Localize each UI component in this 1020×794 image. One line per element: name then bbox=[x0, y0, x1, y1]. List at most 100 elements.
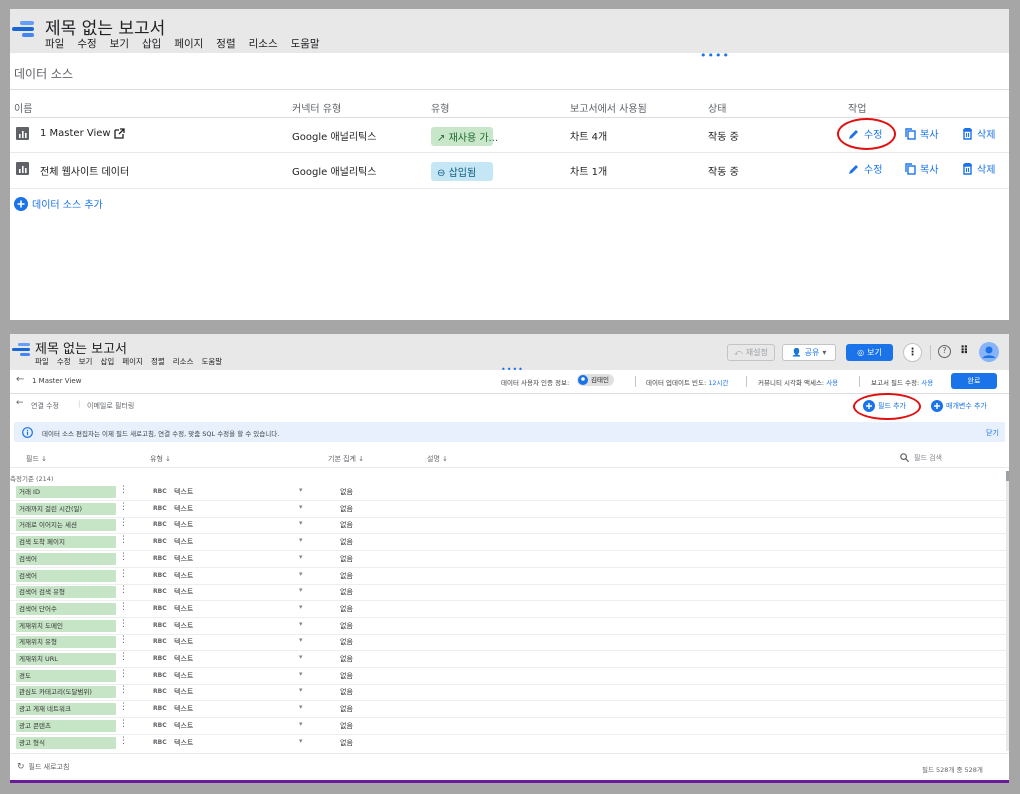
field-type[interactable]: 텍스트 bbox=[174, 621, 193, 631]
more-vert-icon[interactable]: ⋮ bbox=[119, 502, 128, 512]
header-type[interactable]: 유형 ↓ bbox=[150, 454, 171, 464]
dropdown-caret-icon[interactable]: ▾ bbox=[299, 636, 303, 644]
menu-view[interactable]: 보기 bbox=[79, 356, 93, 367]
edit-button[interactable]: 수정 bbox=[848, 161, 882, 176]
done-button[interactable]: 완료 bbox=[951, 373, 997, 389]
field-name-chip[interactable]: 검색 도착 페이지 bbox=[16, 536, 116, 549]
header-aggregation[interactable]: 기본 집계 ↓ bbox=[328, 454, 364, 464]
refresh-fields-button[interactable]: ↻ 필드 새로고침 bbox=[17, 762, 69, 772]
field-name-chip[interactable]: 광고 형식 bbox=[16, 736, 116, 749]
scrollbar[interactable] bbox=[1006, 471, 1009, 751]
more-vert-icon[interactable]: ⋮ bbox=[119, 736, 128, 746]
field-search-input[interactable]: 필드 검색 bbox=[900, 451, 1000, 464]
more-vert-icon[interactable]: ⋮ bbox=[119, 669, 128, 679]
more-vert-icon[interactable]: ⋮ bbox=[119, 635, 128, 645]
field-type[interactable]: 텍스트 bbox=[174, 671, 193, 681]
view-button[interactable]: ◎ 보기 bbox=[846, 344, 893, 361]
aggregation-value[interactable]: 없음 bbox=[340, 487, 353, 497]
reset-button[interactable]: ⤺ 재설정 bbox=[727, 344, 775, 361]
field-type[interactable]: 텍스트 bbox=[174, 704, 193, 714]
field-type[interactable]: 텍스트 bbox=[174, 487, 193, 497]
help-icon[interactable]: ? bbox=[938, 345, 951, 358]
aggregation-value[interactable]: 없음 bbox=[340, 721, 353, 731]
resize-handle[interactable]: •••• bbox=[700, 49, 730, 62]
aggregation-value[interactable]: 없음 bbox=[340, 554, 353, 564]
aggregation-value[interactable]: 없음 bbox=[340, 704, 353, 714]
menu-arrange[interactable]: 정렬 bbox=[216, 36, 235, 51]
aggregation-value[interactable]: 없음 bbox=[340, 571, 353, 581]
header-description[interactable]: 설명 ↓ bbox=[427, 454, 448, 464]
menu-help[interactable]: 도움말 bbox=[201, 356, 222, 367]
dropdown-caret-icon[interactable]: ▾ bbox=[299, 553, 303, 561]
field-name-chip[interactable]: 거래 ID bbox=[16, 486, 116, 498]
aggregation-value[interactable]: 없음 bbox=[340, 504, 353, 514]
field-type[interactable]: 텍스트 bbox=[174, 520, 193, 530]
copy-button[interactable]: 복사 bbox=[905, 161, 938, 176]
menu-help[interactable]: 도움말 bbox=[291, 36, 320, 51]
more-vert-icon[interactable]: ⋮ bbox=[119, 619, 128, 629]
source-name[interactable]: 1 Master View bbox=[40, 128, 111, 139]
field-name-chip[interactable]: 경도 bbox=[16, 669, 116, 682]
add-data-source-button[interactable]: 데이터 소스 추가 bbox=[14, 196, 103, 211]
menu-edit[interactable]: 수정 bbox=[57, 356, 71, 367]
dropdown-caret-icon[interactable]: ▾ bbox=[299, 620, 303, 628]
aggregation-value[interactable]: 없음 bbox=[340, 687, 353, 697]
header-field[interactable]: 필드 ↓ bbox=[26, 454, 47, 464]
aggregation-value[interactable]: 없음 bbox=[340, 520, 353, 530]
aggregation-value[interactable]: 없음 bbox=[340, 637, 353, 647]
close-notice-button[interactable]: 닫기 bbox=[986, 428, 999, 438]
field-name-chip[interactable]: 광고 콘텐츠 bbox=[16, 719, 116, 732]
report-field-edit-setting[interactable]: 보고서 필드 수정: 사용 bbox=[871, 377, 933, 387]
field-name-chip[interactable]: 게재위치 URL bbox=[16, 653, 116, 665]
aggregation-value[interactable]: 없음 bbox=[340, 604, 353, 614]
dropdown-caret-icon[interactable]: ▾ bbox=[299, 503, 303, 511]
menu-file[interactable]: 파일 bbox=[35, 356, 49, 367]
dropdown-caret-icon[interactable]: ▾ bbox=[299, 519, 303, 527]
dropdown-caret-icon[interactable]: ▾ bbox=[299, 486, 303, 494]
field-type[interactable]: 텍스트 bbox=[174, 571, 193, 581]
edit-connection-link[interactable]: 연결 수정 bbox=[31, 401, 59, 411]
email-filter-link[interactable]: 이메일로 필터링 bbox=[87, 401, 134, 411]
menu-page[interactable]: 페이지 bbox=[174, 36, 203, 51]
aggregation-value[interactable]: 없음 bbox=[340, 537, 353, 547]
menu-insert[interactable]: 삽입 bbox=[100, 356, 114, 367]
more-options-icon[interactable]: ⋮ bbox=[903, 343, 922, 362]
field-name-chip[interactable]: 게재위치 도메인 bbox=[16, 619, 116, 632]
report-title[interactable]: 제목 없는 보고서 bbox=[35, 338, 127, 357]
aggregation-value[interactable]: 없음 bbox=[340, 654, 353, 664]
copy-button[interactable]: 복사 bbox=[905, 126, 938, 141]
field-name-chip[interactable]: 검색어 bbox=[16, 552, 116, 565]
more-vert-icon[interactable]: ⋮ bbox=[119, 485, 128, 495]
field-type[interactable]: 텍스트 bbox=[174, 587, 193, 597]
field-name-chip[interactable]: 게재위치 유형 bbox=[16, 636, 116, 649]
credentials-chip[interactable]: 김태인 bbox=[577, 374, 614, 386]
open-external-icon[interactable] bbox=[113, 128, 125, 139]
field-type[interactable]: 텍스트 bbox=[174, 604, 193, 614]
field-name-chip[interactable]: 거래로 이어지는 세션 bbox=[16, 519, 116, 532]
more-vert-icon[interactable]: ⋮ bbox=[119, 552, 128, 562]
back-arrow-icon[interactable]: ← bbox=[16, 374, 24, 385]
field-type[interactable]: 텍스트 bbox=[174, 654, 193, 664]
dropdown-caret-icon[interactable]: ▾ bbox=[299, 737, 303, 745]
dropdown-caret-icon[interactable]: ▾ bbox=[299, 570, 303, 578]
aggregation-value[interactable]: 없음 bbox=[340, 621, 353, 631]
avatar[interactable] bbox=[979, 342, 999, 362]
dropdown-caret-icon[interactable]: ▾ bbox=[299, 603, 303, 611]
menu-page[interactable]: 페이지 bbox=[122, 356, 143, 367]
menu-resource[interactable]: 리소스 bbox=[249, 36, 278, 51]
menu-resource[interactable]: 리소스 bbox=[173, 356, 194, 367]
dropdown-caret-icon[interactable]: ▾ bbox=[299, 536, 303, 544]
field-type[interactable]: 텍스트 bbox=[174, 504, 193, 514]
field-name-chip[interactable]: 검색어 단어수 bbox=[16, 602, 116, 615]
source-name[interactable]: 전체 웹사이트 데이터 bbox=[40, 163, 129, 178]
dropdown-caret-icon[interactable]: ▾ bbox=[299, 686, 303, 694]
more-vert-icon[interactable]: ⋮ bbox=[119, 585, 128, 595]
dropdown-caret-icon[interactable]: ▾ bbox=[299, 653, 303, 661]
aggregation-value[interactable]: 없음 bbox=[340, 738, 353, 748]
add-parameter-button[interactable]: 매개변수 추가 bbox=[931, 400, 987, 412]
more-vert-icon[interactable]: ⋮ bbox=[119, 535, 128, 545]
apps-grid-icon[interactable]: ⠿ bbox=[960, 344, 969, 357]
freshness-setting[interactable]: 데이터 업데이트 빈도: 12시간 bbox=[646, 377, 728, 387]
menu-edit[interactable]: 수정 bbox=[77, 36, 96, 51]
field-name-chip[interactable]: 광고 게재 네트워크 bbox=[16, 703, 116, 716]
